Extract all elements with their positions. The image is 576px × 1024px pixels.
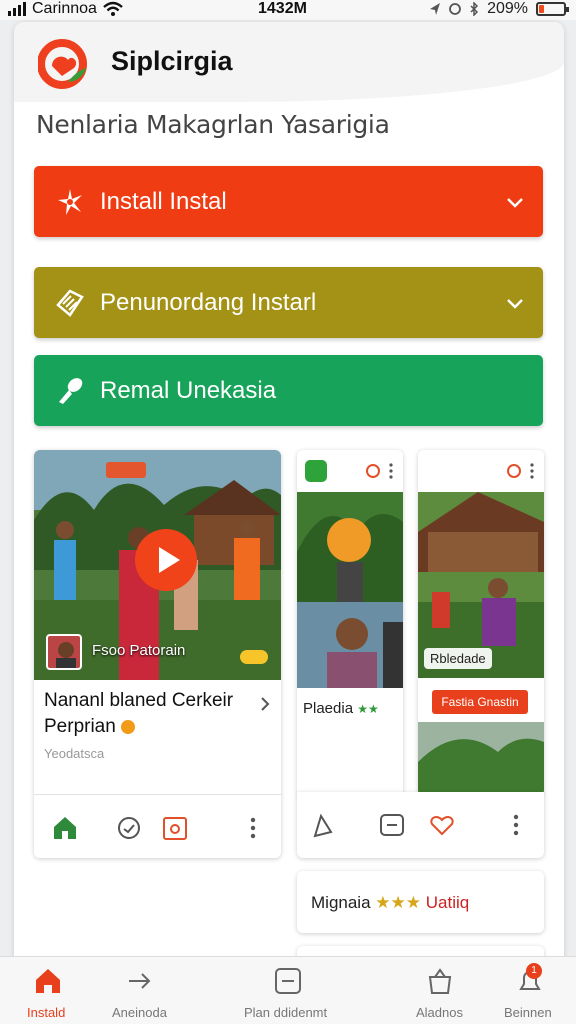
tag-icon xyxy=(56,289,84,317)
rating-line: Mignaia ★★★ Uatiiq xyxy=(311,893,469,913)
more-icon[interactable] xyxy=(240,815,266,841)
location-icon xyxy=(430,3,441,15)
bookmark-icon[interactable] xyxy=(311,812,337,838)
home-icon[interactable] xyxy=(52,815,78,841)
timer-icon[interactable] xyxy=(379,812,405,838)
chevron-right-icon[interactable] xyxy=(259,696,271,712)
remove-button[interactable]: Remal Unekasia xyxy=(34,355,543,426)
rating-suffix: Uatiiq xyxy=(425,893,470,912)
app-title: Siplcirgia xyxy=(111,46,233,76)
page-subtitle: Nenlaria Makagrlan Yasarigia xyxy=(36,110,390,139)
main-panel: Siplcirgia Nenlaria Makagrlan Yasarigia … xyxy=(14,22,564,982)
avatar xyxy=(46,634,82,670)
nav-label: Aneinoda xyxy=(112,1005,167,1020)
install-option-button[interactable]: Penunordang Instarl xyxy=(34,267,543,338)
carrier-name: Carinnoa xyxy=(32,0,97,17)
media-caption-text: Plaedia xyxy=(303,700,354,717)
nav-label: Aladnos xyxy=(416,1005,463,1020)
install-button-label: Install Instal xyxy=(100,188,227,215)
nav-item-aneinoda[interactable]: Aneinoda xyxy=(100,957,180,1024)
app-badge-icon xyxy=(305,460,327,482)
nav-item-install[interactable]: Instald xyxy=(10,957,90,1024)
verified-icon xyxy=(121,719,136,734)
rating-card[interactable]: Mignaia ★★★ Uatiiq xyxy=(297,871,544,933)
video-title: Nananl blaned Cerkeir xyxy=(44,690,234,711)
more-icon[interactable] xyxy=(365,462,399,480)
timer-icon[interactable] xyxy=(116,815,142,841)
minus-box-icon xyxy=(275,968,301,994)
bag-icon xyxy=(428,968,452,994)
app-header: Siplcirgia xyxy=(14,22,564,102)
media-card[interactable]: Plaedia ★★ xyxy=(297,450,403,796)
status-time: 1432M xyxy=(258,0,307,17)
signal-icon xyxy=(8,2,26,16)
video-title-line2: Perprian xyxy=(44,716,136,738)
play-icon[interactable] xyxy=(134,528,198,592)
chevron-down-icon xyxy=(507,299,523,309)
garden-card[interactable]: Rbledade Fastia Gnastin xyxy=(418,450,544,796)
portrait-image xyxy=(297,602,403,688)
app-logo xyxy=(38,39,87,89)
arrow-icon xyxy=(129,973,151,989)
video-card-toolbar xyxy=(34,794,281,858)
wifi-icon xyxy=(103,1,123,16)
spark-icon xyxy=(58,189,82,215)
video-meta: Yeodatsca xyxy=(44,746,105,761)
chevron-down-icon xyxy=(507,198,523,208)
status-left: Carinnoa xyxy=(8,0,123,18)
calendar-icon[interactable] xyxy=(162,815,188,841)
toggle-icon[interactable] xyxy=(240,650,268,664)
nav-label: Instald xyxy=(27,1005,66,1020)
garden-overlay-label: Rbledade xyxy=(424,648,492,669)
garden-action-button[interactable]: Fastia Gnastin xyxy=(432,690,528,714)
garden-image: Rbledade xyxy=(418,492,544,678)
heart-icon[interactable] xyxy=(429,812,455,838)
bluetooth-icon xyxy=(470,2,479,16)
rating-text: Mignaia xyxy=(311,893,371,912)
status-right: 209% xyxy=(429,0,569,18)
video-card[interactable]: Fsoo Patorain Nananl blaned Cerkeir Perp… xyxy=(34,450,281,858)
mask-image xyxy=(297,492,403,602)
more-icon[interactable] xyxy=(503,812,529,838)
nav-label: Beinnen xyxy=(504,1005,552,1020)
rating-stars: ★★ xyxy=(357,702,379,716)
nav-item-beinnen[interactable]: 1 Beinnen xyxy=(490,957,570,1024)
more-icon[interactable] xyxy=(506,462,540,480)
alarm-icon xyxy=(449,3,461,15)
notification-badge: 1 xyxy=(526,963,542,979)
nav-label: Plan ddidenmt xyxy=(244,1005,328,1020)
home-icon xyxy=(36,969,60,993)
battery-icon xyxy=(536,2,569,16)
remove-button-label: Remal Unekasia xyxy=(100,377,277,404)
media-caption: Plaedia ★★ xyxy=(303,700,379,717)
install-button[interactable]: Install Instal xyxy=(34,166,543,237)
nav-item-plan[interactable]: Plan ddidenmt xyxy=(238,957,338,1024)
video-title-text: Perprian xyxy=(44,716,116,737)
video-overlay-label: Fsoo Patorain xyxy=(92,642,186,659)
rating-stars: ★★★ xyxy=(375,893,422,912)
video-thumbnail[interactable]: Fsoo Patorain xyxy=(34,450,281,680)
nav-item-aladnos[interactable]: Aladnos xyxy=(400,957,480,1024)
install-option-label: Penunordang Instarl xyxy=(100,289,317,316)
battery-fill xyxy=(539,5,544,13)
status-bar: Carinnoa 1432M 209% xyxy=(0,0,576,20)
palm-image xyxy=(418,722,544,796)
key-icon xyxy=(59,378,83,404)
bottom-nav: Instald Aneinoda Plan ddidenmt Aladnos 1… xyxy=(0,956,576,1024)
media-card-toolbar xyxy=(297,792,544,858)
battery-percent: 209% xyxy=(487,0,528,17)
live-badge xyxy=(106,462,146,478)
